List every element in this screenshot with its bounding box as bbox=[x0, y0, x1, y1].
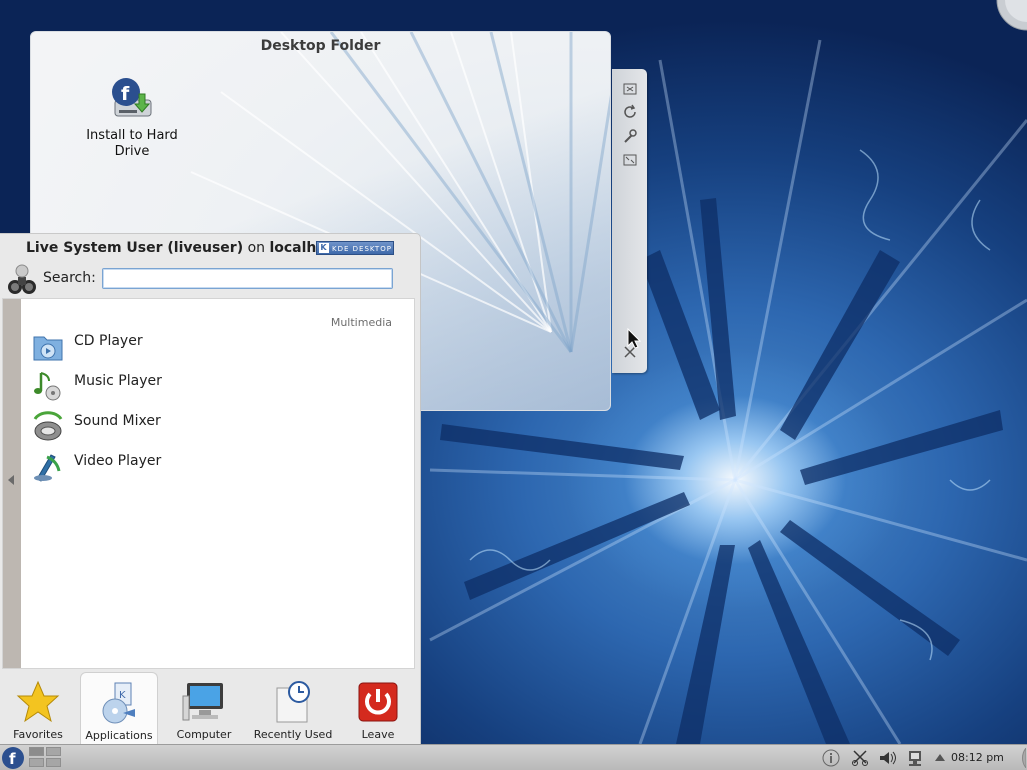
tab-computer[interactable]: Computer bbox=[164, 672, 244, 744]
kickoff-user-header: Live System User (liveuser) on localh bbox=[26, 240, 316, 258]
tray-expand-arrow-icon[interactable] bbox=[935, 754, 945, 761]
back-button[interactable] bbox=[3, 299, 21, 668]
app-item-video-player[interactable]: Video Player bbox=[27, 449, 407, 489]
pager-desktop-2[interactable] bbox=[46, 747, 61, 756]
tab-label: Applications bbox=[85, 729, 153, 742]
app-item-music-player[interactable]: Music Player bbox=[27, 369, 407, 409]
taskbar-panel: f 08:12 pm bbox=[0, 744, 1027, 770]
pager-desktop-4[interactable] bbox=[46, 758, 61, 767]
video-player-icon bbox=[34, 454, 61, 482]
svg-text:K: K bbox=[119, 690, 126, 701]
tab-label: Computer bbox=[176, 728, 232, 741]
user-name: Live System User (liveuser) bbox=[26, 240, 244, 256]
pager-desktop-1[interactable] bbox=[29, 747, 44, 756]
app-item-sound-mixer[interactable]: Sound Mixer bbox=[27, 409, 407, 449]
host-name: localh bbox=[269, 240, 316, 256]
tab-recently-used[interactable]: Recently Used bbox=[250, 672, 336, 744]
tab-leave[interactable]: Leave bbox=[344, 672, 412, 744]
maximize-icon[interactable] bbox=[622, 81, 638, 97]
tab-applications[interactable]: K Applications bbox=[80, 672, 158, 744]
svg-text:f: f bbox=[9, 750, 16, 768]
panel-toolbox-cashew-icon[interactable] bbox=[1006, 748, 1026, 768]
app-name: Sound Mixer bbox=[74, 413, 161, 429]
music-player-icon bbox=[34, 372, 61, 401]
info-icon[interactable] bbox=[822, 749, 840, 767]
app-name: CD Player bbox=[74, 333, 143, 349]
tab-label: Favorites bbox=[13, 728, 63, 741]
kde-logo-icon: K bbox=[319, 243, 329, 253]
kickoff-tab-bar: Favorites K Applications Computer Recent… bbox=[0, 670, 421, 745]
volume-icon[interactable] bbox=[878, 749, 896, 767]
app-name: Video Player bbox=[74, 453, 162, 469]
kde-badge-text: KDE DESKTOP bbox=[332, 245, 392, 253]
kde-desktop-badge: K KDE DESKTOP bbox=[316, 241, 394, 255]
binoculars-search-icon bbox=[8, 264, 36, 294]
search-label: Search: bbox=[43, 270, 96, 286]
tab-label: Leave bbox=[361, 728, 395, 741]
network-icon[interactable] bbox=[906, 749, 924, 767]
recent-clock-icon bbox=[276, 681, 310, 723]
group-header-multimedia: Multimedia bbox=[330, 316, 392, 329]
fedora-launcher-icon[interactable]: f bbox=[1, 746, 25, 770]
install-to-hard-drive-label: Install to Hard Drive bbox=[86, 128, 178, 159]
app-name: Music Player bbox=[74, 373, 162, 389]
applications-icon: K bbox=[102, 682, 135, 724]
search-input[interactable] bbox=[102, 268, 393, 289]
tab-favorites[interactable]: Favorites bbox=[0, 672, 76, 744]
star-icon bbox=[16, 680, 60, 723]
application-list: Multimedia CD Player Music Player Sound … bbox=[2, 298, 415, 669]
panel-clock[interactable]: 08:12 pm bbox=[951, 751, 1004, 764]
configure-wrench-icon[interactable] bbox=[622, 128, 638, 144]
tab-label: Recently Used bbox=[253, 728, 333, 741]
scissors-icon[interactable] bbox=[851, 749, 869, 767]
svg-text:f: f bbox=[121, 83, 130, 105]
computer-icon bbox=[182, 683, 223, 721]
desktop-toolbox-cashew-icon[interactable] bbox=[992, 0, 1027, 32]
folder-title: Desktop Folder bbox=[260, 38, 381, 54]
kickoff-application-launcher: Live System User (liveuser) on localh KK… bbox=[0, 233, 421, 744]
app-item-cd-player[interactable]: CD Player bbox=[27, 329, 407, 369]
resize-icon[interactable] bbox=[622, 152, 638, 168]
power-icon bbox=[358, 682, 398, 722]
fedora-install-icon: f bbox=[112, 78, 152, 117]
desktop-pager[interactable] bbox=[29, 747, 63, 768]
sound-mixer-icon bbox=[33, 411, 63, 441]
cd-player-icon bbox=[33, 336, 63, 361]
pager-desktop-3[interactable] bbox=[29, 758, 44, 767]
mouse-cursor-icon bbox=[627, 328, 641, 349]
back-arrow-icon bbox=[8, 475, 14, 485]
header-on: on bbox=[247, 240, 266, 256]
rotate-icon[interactable] bbox=[622, 104, 638, 120]
install-to-hard-drive-shortcut[interactable]: f Install to Hard Drive bbox=[81, 76, 183, 160]
